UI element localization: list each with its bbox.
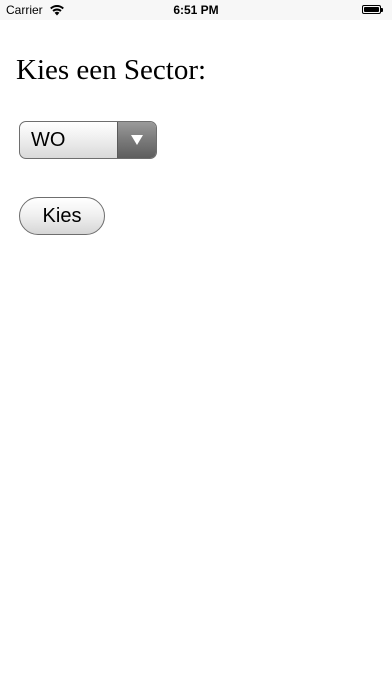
status-time: 6:51 PM [173,3,219,17]
kies-button[interactable]: Kies [19,197,105,235]
chevron-down-icon [131,135,143,145]
status-bar: Carrier 6:51 PM [0,0,392,20]
sector-select-toggle[interactable] [117,122,156,158]
page-title: Kies een Sector: [16,54,207,86]
battery-icon [362,5,384,15]
sector-select-value: WO [31,129,66,151]
sector-select[interactable]: WO [19,121,157,159]
